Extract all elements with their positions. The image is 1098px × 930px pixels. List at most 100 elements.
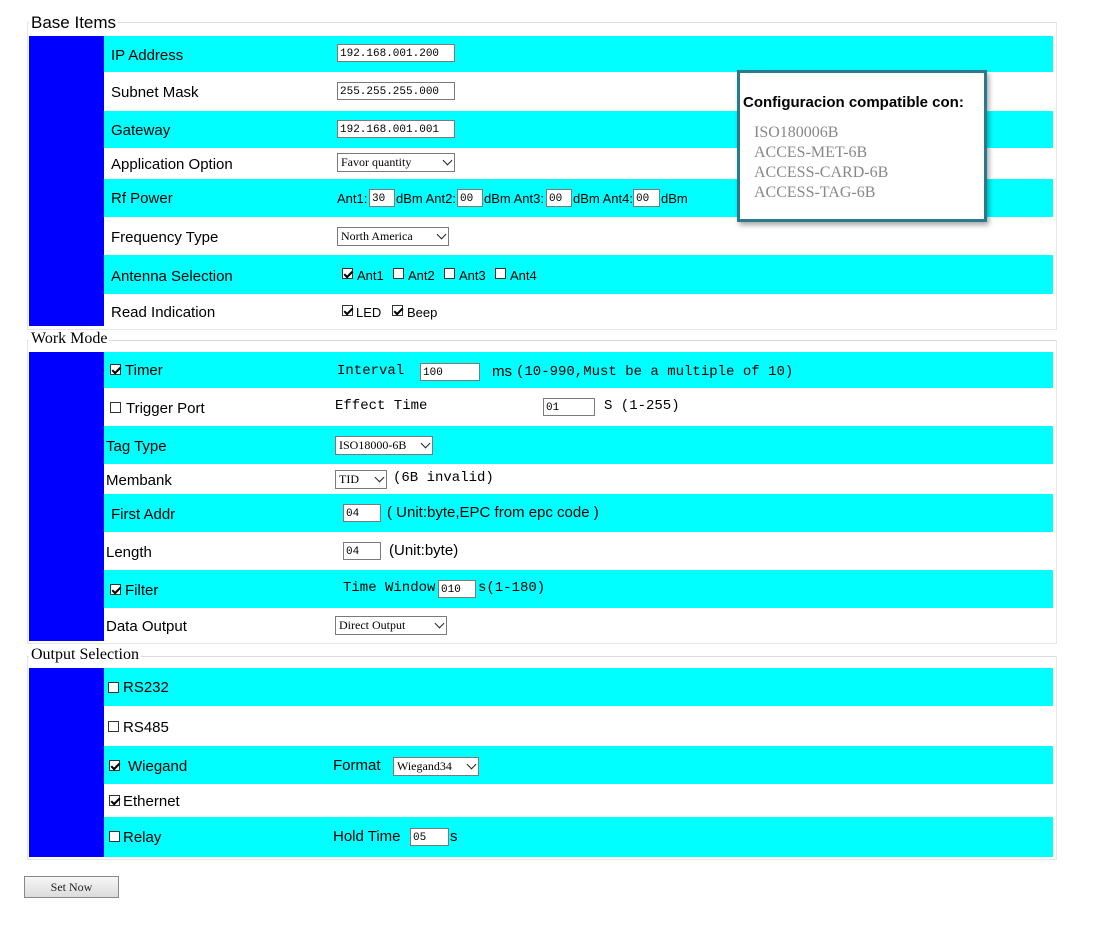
gateway-label: Gateway: [111, 122, 171, 139]
relay-checkbox[interactable]: [109, 831, 120, 842]
wiegand-format-select[interactable]: Wiegand34: [393, 757, 479, 776]
row-ip-address: IP Address 192.168.001.200: [104, 36, 1053, 72]
length-label: Length: [106, 544, 152, 561]
first-addr-input[interactable]: 04: [343, 504, 381, 522]
ant2-label: Ant2: [408, 268, 435, 283]
popup-item: ACCESS-TAG-6B: [754, 184, 876, 201]
interval-input[interactable]: 100: [420, 363, 480, 381]
rf-power-label: Rf Power: [111, 190, 173, 207]
frequency-type-label: Frequency Type: [111, 229, 219, 246]
application-option-value: Favor quantity: [341, 155, 412, 169]
ant1-label: Ant1: [357, 268, 384, 283]
ip-address-label: IP Address: [111, 47, 184, 64]
work-mode-title: Work Mode: [29, 330, 110, 348]
frequency-type-select[interactable]: North America: [337, 227, 449, 246]
popup-title: Configuracion compatible con:: [743, 94, 964, 111]
row-antenna-selection: Antenna Selection Ant1 Ant2 Ant3 Ant4: [104, 255, 1053, 294]
ant1-power-label: Ant1:: [337, 191, 368, 206]
subnet-mask-label: Subnet Mask: [111, 84, 199, 101]
data-output-value: Direct Output: [339, 618, 406, 632]
hold-time-label: Hold Time: [333, 828, 401, 845]
ant4-power-unit: dBm: [661, 191, 688, 206]
wiegand-format-label: Format: [333, 757, 381, 774]
rs232-label: RS232: [123, 679, 169, 696]
popup-item: ISO180006B: [754, 124, 839, 141]
ant2-checkbox[interactable]: [393, 268, 404, 279]
work-mode-sidebar: [29, 352, 104, 641]
output-selection-title: Output Selection: [29, 646, 141, 664]
popup-item: ACCES-MET-6B: [754, 144, 868, 161]
led-checkbox[interactable]: [342, 305, 353, 316]
timer-label: Timer: [125, 362, 163, 379]
row-ethernet: Ethernet: [104, 784, 1053, 817]
ant2-power-input[interactable]: 00: [457, 189, 483, 207]
row-timer: Timer Interval 100 ms (10-990,Must be a …: [104, 352, 1053, 388]
membank-select[interactable]: TID: [335, 470, 387, 489]
tag-type-select[interactable]: ISO18000-6B: [335, 436, 433, 455]
ant4-power-input[interactable]: 00: [633, 189, 660, 207]
set-now-button[interactable]: Set Now: [24, 876, 119, 898]
filter-label: Filter: [125, 582, 159, 599]
ant3-power-input[interactable]: 00: [546, 189, 572, 207]
rs485-checkbox[interactable]: [108, 721, 119, 732]
interval-label: Interval: [337, 363, 405, 379]
chevron-down-icon: [436, 229, 447, 240]
length-hint: (Unit:byte): [389, 542, 459, 559]
interval-ms-label: ms: [492, 363, 512, 380]
beep-label: Beep: [407, 305, 438, 320]
timer-checkbox[interactable]: [110, 364, 121, 375]
ant3-power-label: dBm Ant3:: [484, 191, 544, 206]
effect-time-label: Effect Time: [335, 398, 428, 414]
hold-time-unit: s: [450, 828, 458, 845]
application-option-select[interactable]: Favor quantity: [337, 153, 455, 172]
row-wiegand: Wiegand Format Wiegand34: [104, 746, 1053, 784]
length-input[interactable]: 04: [343, 542, 381, 560]
ant4-label: Ant4: [510, 268, 537, 283]
chevron-down-icon: [374, 472, 385, 483]
row-tag-type: Tag Type ISO18000-6B: [104, 426, 1053, 464]
effect-time-input[interactable]: 01: [543, 398, 595, 416]
ant1-power-input[interactable]: 30: [369, 189, 395, 207]
rs485-label: RS485: [123, 719, 169, 736]
row-filter: Filter Time Window 010 s(1-180): [104, 570, 1053, 608]
wiegand-format-value: Wiegand34: [397, 759, 452, 773]
row-rs232: RS232: [104, 668, 1053, 706]
ant3-checkbox[interactable]: [444, 268, 455, 279]
gateway-input[interactable]: 192.168.001.001: [337, 120, 455, 138]
time-window-input[interactable]: 010: [438, 580, 476, 598]
output-selection-sidebar: [29, 668, 104, 857]
chevron-down-icon: [434, 618, 445, 629]
effect-time-hint: S (1-255): [604, 398, 680, 414]
ant4-checkbox[interactable]: [495, 268, 506, 279]
tag-type-value: ISO18000-6B: [339, 438, 407, 452]
filter-checkbox[interactable]: [110, 584, 121, 595]
row-trigger-port: Trigger Port Effect Time 01 S (1-255): [104, 388, 1053, 426]
ip-address-input[interactable]: 192.168.001.200: [337, 44, 455, 62]
time-window-label: Time Window: [343, 580, 436, 596]
compatibility-popup: Configuracion compatible con: ISO180006B…: [737, 70, 987, 222]
row-first-addr: First Addr 04 ( Unit:byte,EPC from epc c…: [104, 494, 1053, 532]
row-membank: Membank TID (6B invalid): [104, 464, 1053, 494]
wiegand-checkbox[interactable]: [109, 760, 120, 771]
rs232-checkbox[interactable]: [108, 682, 119, 693]
beep-checkbox[interactable]: [392, 305, 403, 316]
row-length: Length 04 (Unit:byte): [104, 532, 1053, 570]
membank-value: TID: [339, 472, 359, 486]
chevron-down-icon: [420, 438, 431, 449]
ethernet-checkbox[interactable]: [109, 795, 120, 806]
data-output-select[interactable]: Direct Output: [335, 616, 447, 635]
chevron-down-icon: [442, 155, 453, 166]
membank-hint: (6B invalid): [393, 470, 494, 486]
ethernet-label: Ethernet: [123, 793, 180, 810]
trigger-port-checkbox[interactable]: [110, 402, 121, 413]
row-data-output: Data Output Direct Output: [104, 608, 1053, 641]
subnet-mask-input[interactable]: 255.255.255.000: [337, 82, 455, 100]
application-option-label: Application Option: [111, 156, 233, 173]
first-addr-hint: ( Unit:byte,EPC from epc code ): [387, 504, 599, 521]
ant1-checkbox[interactable]: [342, 268, 353, 279]
led-label: LED: [356, 305, 382, 320]
data-output-label: Data Output: [106, 618, 187, 635]
tag-type-label: Tag Type: [106, 438, 167, 455]
ant2-power-label: dBm Ant2:: [396, 191, 456, 206]
hold-time-input[interactable]: 05: [410, 828, 449, 846]
